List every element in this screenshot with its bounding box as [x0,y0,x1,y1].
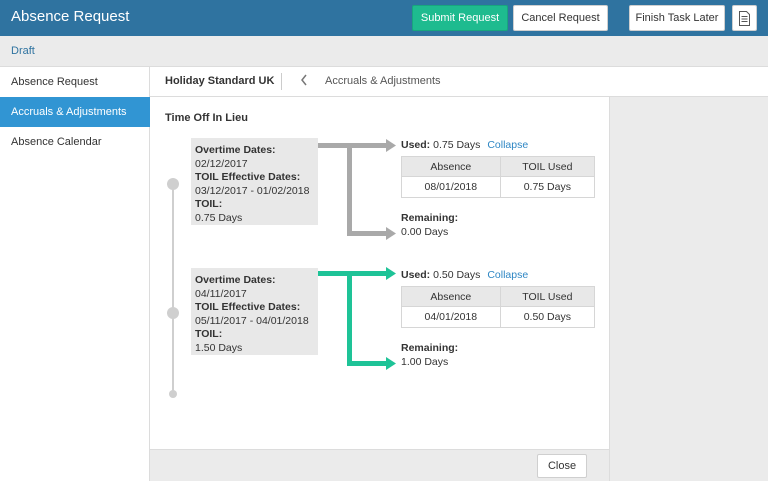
effective-dates-label: TOIL Effective Dates: [195,171,301,183]
toil-entry-card: Overtime Dates: 04/11/2017 TOIL Effectiv… [191,268,318,355]
notes-button[interactable] [732,5,757,31]
sidebar-item-accruals-adjustments[interactable]: Accruals & Adjustments [0,97,150,127]
top-bar: Absence Request Submit Request Cancel Re… [0,0,768,36]
page-title: Absence Request [11,8,130,25]
effective-dates-label: TOIL Effective Dates: [195,301,301,313]
used-label: Used: [401,139,431,151]
toil-entry-card: Overtime Dates: 02/12/2017 TOIL Effectiv… [191,138,318,225]
arrow-head [386,227,396,240]
toil-value: 0.75 Days [195,211,243,224]
sidebar-item-absence-calendar[interactable]: Absence Calendar [0,127,150,157]
effective-dates-value: 05/11/2017 - 04/01/2018 [195,314,309,327]
footer-bar: Close [150,449,609,481]
used-value: 0.75 Days [433,139,481,151]
sidebar: Absence Request Accruals & Adjustments A… [0,67,150,481]
breadcrumb-current: Accruals & Adjustments [325,75,441,87]
effective-dates-value: 03/12/2017 - 01/02/2018 [195,184,310,197]
status-badge: Draft [11,45,35,57]
arrow-head [386,267,396,280]
remaining-label: Remaining: [401,342,459,354]
arrow-shaft [318,271,388,276]
arrow-shaft [347,231,388,236]
timeline-dot [167,307,179,319]
absence-date-cell: 04/01/2018 [401,306,501,328]
toil-usage-table: Absence TOIL Used 08/01/2018 0.75 Days [401,156,596,198]
overtime-dates-label: Overtime Dates: [195,274,276,286]
overtime-dates-value: 02/12/2017 [195,157,248,170]
arrow-connector [347,271,352,366]
arrow-connector [347,143,352,236]
toil-used-cell: 0.50 Days [499,306,596,328]
allocation-arrow-group [318,267,396,370]
collapse-link[interactable]: Collapse [487,139,528,151]
cancel-request-button[interactable]: Cancel Request [513,5,608,31]
used-summary: Used: 0.50 Days Collapse [401,269,528,281]
column-header-absence: Absence [401,156,501,177]
section-title: Time Off In Lieu [165,112,248,124]
toil-usage-table: Absence TOIL Used 04/01/2018 0.50 Days [401,286,596,328]
table-row: 08/01/2018 0.75 Days [401,176,596,198]
used-summary: Used: 0.75 Days Collapse [401,139,528,151]
used-value: 0.50 Days [433,269,481,281]
remaining-label: Remaining: [401,212,459,224]
remaining-value: 0.00 Days [401,225,449,238]
absence-date-cell: 08/01/2018 [401,176,501,198]
plan-title: Holiday Standard UK [165,75,275,87]
finish-task-later-button[interactable]: Finish Task Later [629,5,725,31]
overtime-dates-label: Overtime Dates: [195,144,276,156]
allocation-arrow-group [318,139,396,240]
column-header-toil-used: TOIL Used [499,156,596,177]
sidebar-item-absence-request[interactable]: Absence Request [0,67,150,97]
toil-label: TOIL: [195,198,223,210]
timeline-line [172,183,174,395]
overtime-dates-value: 04/11/2017 [195,287,247,300]
toil-label: TOIL: [195,328,223,340]
notes-icon [739,10,750,26]
toil-value: 1.50 Days [195,341,243,354]
table-row: 04/01/2018 0.50 Days [401,306,596,328]
breadcrumb-divider [281,73,282,90]
arrow-shaft [347,361,388,366]
status-bar: Draft [0,36,768,67]
timeline-end-dot [169,390,177,398]
back-button[interactable] [300,73,308,90]
close-button[interactable]: Close [537,454,587,478]
arrow-head [386,357,396,370]
column-header-toil-used: TOIL Used [499,286,596,307]
column-header-absence: Absence [401,286,501,307]
remaining-value: 1.00 Days [401,355,449,368]
submit-request-button[interactable]: Submit Request [412,5,508,31]
arrow-shaft [318,143,388,148]
remaining-summary: Remaining: 0.00 Days [401,212,458,239]
collapse-link[interactable]: Collapse [487,269,528,281]
used-label: Used: [401,269,431,281]
remaining-summary: Remaining: 1.00 Days [401,342,458,369]
timeline-dot [167,178,179,190]
breadcrumb: Holiday Standard UK Accruals & Adjustmen… [150,67,768,97]
side-panel [609,97,768,481]
chevron-left-icon [301,74,307,86]
toil-used-cell: 0.75 Days [499,176,596,198]
arrow-head [386,139,396,152]
